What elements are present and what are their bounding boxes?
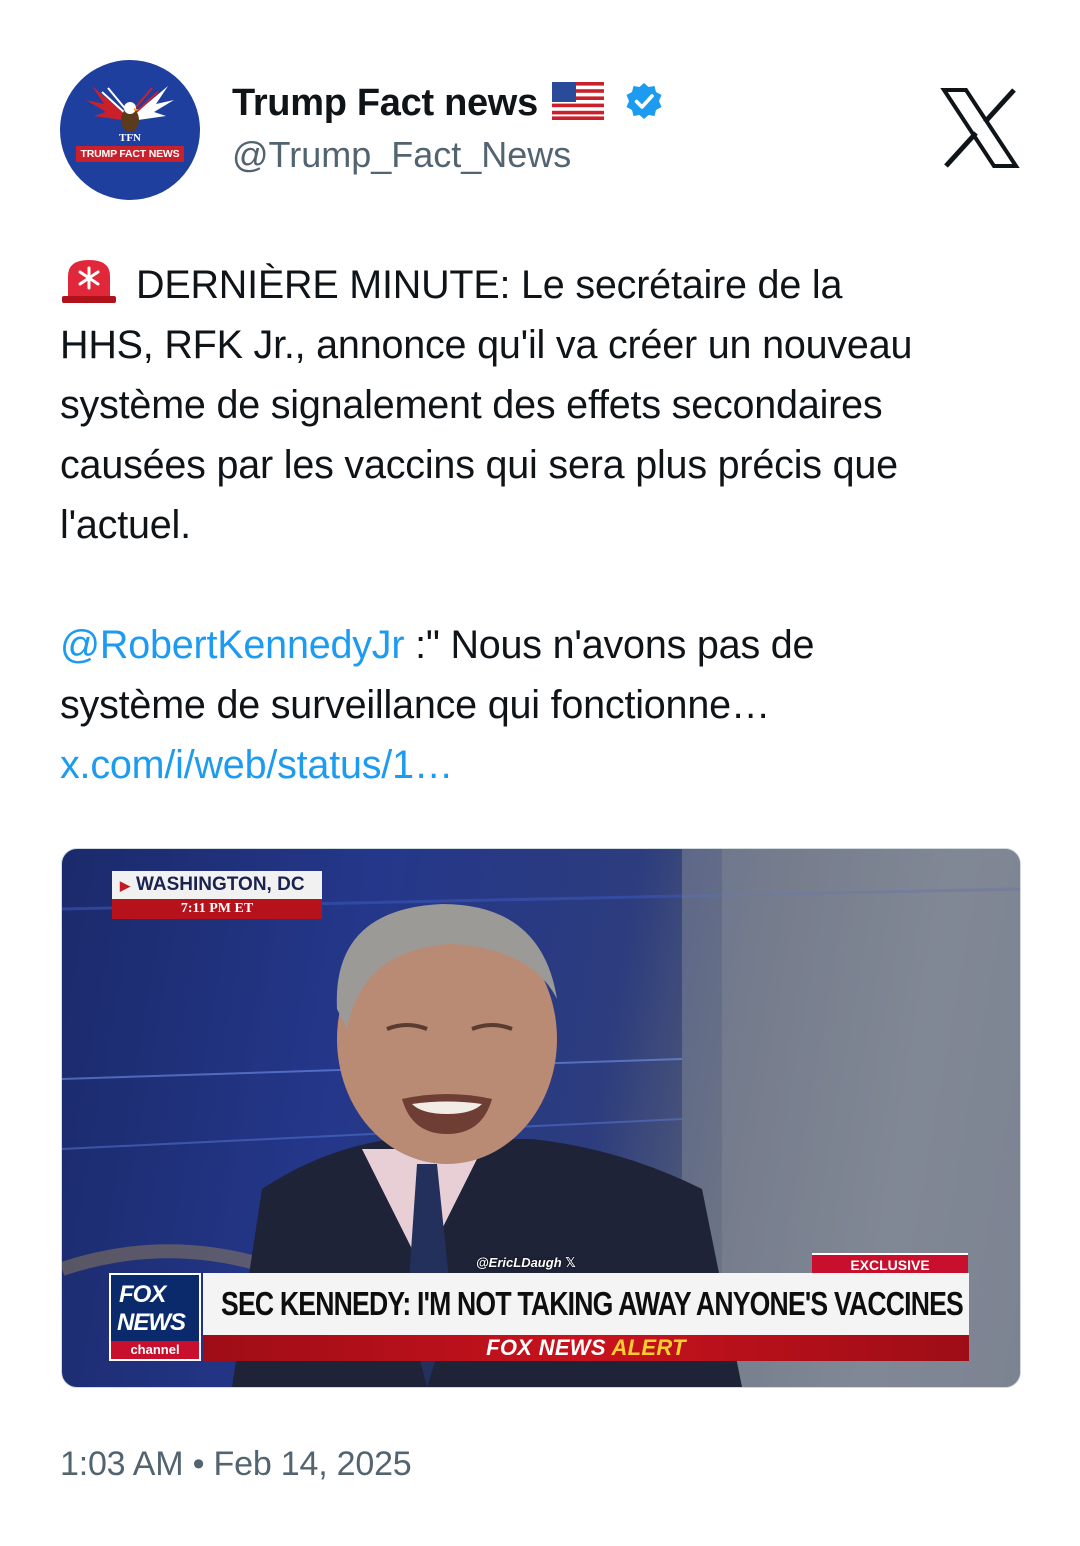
account-handle[interactable]: @Trump_Fact_News (232, 134, 664, 176)
logo-line-3: channel (111, 1341, 199, 1359)
tweet-line-5: l'actuel. (60, 503, 191, 547)
status-link[interactable]: x.com/i/web/status/1… (60, 743, 453, 787)
verified-badge-icon[interactable] (624, 81, 664, 126)
logo-line-2: NEWS (117, 1309, 186, 1336)
display-name[interactable]: Trump Fact news (232, 82, 538, 125)
us-flag-icon (551, 81, 604, 125)
location-tag: ▶ WASHINGTON, DC 7:11 PM ET (112, 871, 322, 919)
quote-text-1: :" Nous n'avons pas de (404, 623, 815, 667)
alert-word: ALERT (611, 1335, 686, 1360)
tweet-timestamp[interactable]: 1:03 AM • Feb 14, 2025 (60, 1445, 412, 1484)
broadcast-time: 7:11 PM ET (112, 899, 322, 919)
alert-label: FOX NEWS (486, 1335, 606, 1360)
exclusive-tag: EXCLUSIVE (812, 1253, 968, 1273)
tweet-header: TFN TRUMP FACT NEWS Trump Fact news @Tru… (60, 60, 1020, 200)
mention-link[interactable]: @RobertKennedyJr (60, 623, 404, 667)
fox-news-logo: FOX NEWS channel (109, 1273, 201, 1361)
quote-text-2: système de surveillance qui fonctionne… (60, 683, 771, 727)
tweet-media[interactable]: ▶ WASHINGTON, DC 7:11 PM ET @EricLDaugh 𝕏… (61, 848, 1021, 1388)
x-logo-icon (940, 88, 1020, 168)
fox-news-alert-bar: FOX NEWS ALERT (203, 1335, 969, 1361)
avatar-small-text: TFN (119, 132, 141, 144)
avatar[interactable]: TFN TRUMP FACT NEWS (60, 60, 200, 200)
play-triangle-icon: ▶ (120, 878, 130, 893)
tweet-line-3: système de signalement des effets second… (60, 383, 883, 427)
tweet-line-1: DERNIÈRE MINUTE: Le secrétaire de la (136, 263, 843, 307)
eagle-icon (86, 86, 174, 132)
tweet-line-4: causées par les vaccins qui sera plus pr… (60, 443, 898, 487)
tweet-line-2: HHS, RFK Jr., annonce qu'il va créer un … (60, 323, 913, 367)
tweet-text: DERNIÈRE MINUTE: Le secrétaire de la HHS… (60, 255, 1030, 795)
chyron-headline: SEC KENNEDY: I'M NOT TAKING AWAY ANYONE'… (203, 1273, 969, 1335)
logo-line-1: FOX (119, 1281, 166, 1308)
siren-icon (60, 258, 118, 321)
avatar-band-text: TRUMP FACT NEWS (76, 146, 184, 162)
watermark: @EricLDaugh 𝕏 (476, 1255, 576, 1270)
location-text: WASHINGTON, DC (136, 874, 305, 895)
